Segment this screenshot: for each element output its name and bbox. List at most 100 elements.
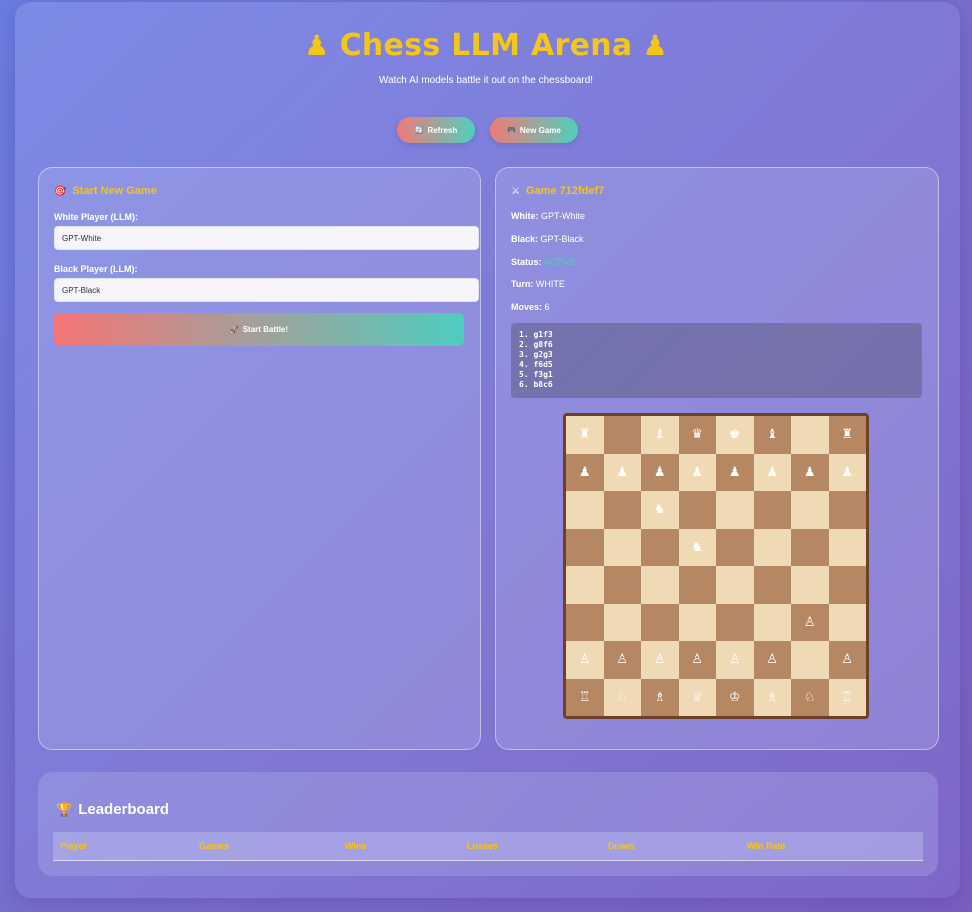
chess-piece-icon[interactable]: ♙ bbox=[841, 653, 853, 666]
board-square-h2[interactable]: ♙ bbox=[828, 641, 866, 679]
chess-piece-icon[interactable]: ♖ bbox=[579, 691, 591, 704]
board-square-h6[interactable] bbox=[828, 491, 866, 529]
chess-piece-icon[interactable]: ♟ bbox=[766, 466, 778, 479]
chess-piece-icon[interactable]: ♝ bbox=[766, 428, 778, 441]
board-square-b2[interactable]: ♙ bbox=[603, 641, 641, 679]
board-square-c2[interactable]: ♙ bbox=[641, 641, 679, 679]
chess-piece-icon[interactable]: ♙ bbox=[691, 653, 703, 666]
new-game-button[interactable]: 🎮 New Game bbox=[490, 117, 578, 143]
board-square-b4[interactable] bbox=[603, 566, 641, 604]
chess-piece-icon[interactable]: ♞ bbox=[691, 541, 703, 554]
board-square-b8[interactable] bbox=[603, 416, 641, 454]
chess-piece-icon[interactable]: ♕ bbox=[691, 691, 703, 704]
board-square-e6[interactable] bbox=[716, 491, 754, 529]
board-square-g7[interactable]: ♟ bbox=[791, 453, 829, 491]
board-square-a5[interactable] bbox=[566, 528, 604, 566]
chess-piece-icon[interactable]: ♖ bbox=[841, 691, 853, 704]
board-square-e3[interactable] bbox=[716, 603, 754, 641]
chess-piece-icon[interactable]: ♙ bbox=[579, 653, 591, 666]
start-battle-button[interactable]: 🚀 Start Battle! bbox=[54, 313, 464, 346]
board-square-b5[interactable] bbox=[603, 528, 641, 566]
board-square-h7[interactable]: ♟ bbox=[828, 453, 866, 491]
chess-piece-icon[interactable]: ♙ bbox=[804, 616, 816, 629]
board-square-f7[interactable]: ♟ bbox=[753, 453, 791, 491]
board-square-f3[interactable] bbox=[753, 603, 791, 641]
board-square-d2[interactable]: ♙ bbox=[678, 641, 716, 679]
chess-piece-icon[interactable]: ♛ bbox=[691, 428, 703, 441]
board-square-a2[interactable]: ♙ bbox=[566, 641, 604, 679]
board-square-e1[interactable]: ♔ bbox=[716, 678, 754, 716]
board-square-a4[interactable] bbox=[566, 566, 604, 604]
chess-piece-icon[interactable]: ♟ bbox=[654, 466, 666, 479]
black-player-input[interactable]: GPT-Black bbox=[54, 278, 479, 302]
board-square-d4[interactable] bbox=[678, 566, 716, 604]
board-square-d5[interactable]: ♞ bbox=[678, 528, 716, 566]
board-square-c8[interactable]: ♝ bbox=[641, 416, 679, 454]
board-square-a3[interactable] bbox=[566, 603, 604, 641]
board-square-f6[interactable] bbox=[753, 491, 791, 529]
board-square-f8[interactable]: ♝ bbox=[753, 416, 791, 454]
board-square-a7[interactable]: ♟ bbox=[566, 453, 604, 491]
chess-piece-icon[interactable]: ♗ bbox=[654, 691, 666, 704]
column-header-wins[interactable]: Wins bbox=[345, 841, 366, 851]
column-header-games[interactable]: Games bbox=[199, 841, 229, 851]
board-square-c7[interactable]: ♟ bbox=[641, 453, 679, 491]
board-square-c1[interactable]: ♗ bbox=[641, 678, 679, 716]
board-square-f1[interactable]: ♗ bbox=[753, 678, 791, 716]
board-square-c6[interactable]: ♞ bbox=[641, 491, 679, 529]
chess-piece-icon[interactable]: ♟ bbox=[804, 466, 816, 479]
chess-piece-icon[interactable]: ♙ bbox=[616, 653, 628, 666]
board-square-h1[interactable]: ♖ bbox=[828, 678, 866, 716]
board-square-b3[interactable] bbox=[603, 603, 641, 641]
column-header-win-rate[interactable]: Win Rate bbox=[747, 841, 785, 851]
board-square-e8[interactable]: ♚ bbox=[716, 416, 754, 454]
column-header-player[interactable]: Player bbox=[60, 841, 87, 851]
board-square-c5[interactable] bbox=[641, 528, 679, 566]
board-square-e4[interactable] bbox=[716, 566, 754, 604]
board-square-f2[interactable]: ♙ bbox=[753, 641, 791, 679]
board-square-h5[interactable] bbox=[828, 528, 866, 566]
refresh-button[interactable]: 🔄 Refresh bbox=[397, 117, 475, 143]
board-square-g8[interactable] bbox=[791, 416, 829, 454]
board-square-g4[interactable] bbox=[791, 566, 829, 604]
board-square-g6[interactable] bbox=[791, 491, 829, 529]
chess-piece-icon[interactable]: ♗ bbox=[766, 691, 778, 704]
chess-piece-icon[interactable]: ♙ bbox=[654, 653, 666, 666]
board-square-a6[interactable] bbox=[566, 491, 604, 529]
board-square-g5[interactable] bbox=[791, 528, 829, 566]
board-square-f4[interactable] bbox=[753, 566, 791, 604]
chess-piece-icon[interactable]: ♟ bbox=[729, 466, 741, 479]
chess-piece-icon[interactable]: ♚ bbox=[729, 428, 741, 441]
chess-piece-icon[interactable]: ♟ bbox=[616, 466, 628, 479]
white-player-input[interactable]: GPT-White bbox=[54, 226, 479, 250]
column-header-draws[interactable]: Draws bbox=[608, 841, 635, 851]
board-square-e7[interactable]: ♟ bbox=[716, 453, 754, 491]
board-square-g2[interactable] bbox=[791, 641, 829, 679]
chess-piece-icon[interactable]: ♘ bbox=[804, 691, 816, 704]
board-square-d6[interactable] bbox=[678, 491, 716, 529]
board-square-b6[interactable] bbox=[603, 491, 641, 529]
chess-piece-icon[interactable]: ♜ bbox=[841, 428, 853, 441]
chess-piece-icon[interactable]: ♟ bbox=[579, 466, 591, 479]
chess-piece-icon[interactable]: ♔ bbox=[729, 691, 741, 704]
chess-piece-icon[interactable]: ♝ bbox=[654, 428, 666, 441]
board-square-h4[interactable] bbox=[828, 566, 866, 604]
column-header-losses[interactable]: Losses bbox=[467, 841, 498, 851]
board-square-e2[interactable]: ♙ bbox=[716, 641, 754, 679]
board-square-b1[interactable]: ♘ bbox=[603, 678, 641, 716]
board-square-e5[interactable] bbox=[716, 528, 754, 566]
board-square-d1[interactable]: ♕ bbox=[678, 678, 716, 716]
board-square-b7[interactable]: ♟ bbox=[603, 453, 641, 491]
chess-piece-icon[interactable]: ♟ bbox=[841, 466, 853, 479]
board-square-h3[interactable] bbox=[828, 603, 866, 641]
chess-piece-icon[interactable]: ♜ bbox=[579, 428, 591, 441]
board-square-a8[interactable]: ♜ bbox=[566, 416, 604, 454]
chess-piece-icon[interactable]: ♘ bbox=[616, 691, 628, 704]
board-square-g3[interactable]: ♙ bbox=[791, 603, 829, 641]
chessboard[interactable]: ♜ ♝ ♛ ♚ ♝ ♜ ♟ ♟ ♟ ♟ ♟ ♟ ♟ ♟ ♞ ♞ ♙ ♙ ♙ ♙ ♙ ♙ ♙ ♙ ♖ ♘ ♗ ♕ ♔ ♗ ♘ ♖ bbox=[563, 413, 869, 719]
board-square-c3[interactable] bbox=[641, 603, 679, 641]
board-square-d7[interactable]: ♟ bbox=[678, 453, 716, 491]
board-square-f5[interactable] bbox=[753, 528, 791, 566]
chess-piece-icon[interactable]: ♟ bbox=[691, 466, 703, 479]
board-square-g1[interactable]: ♘ bbox=[791, 678, 829, 716]
